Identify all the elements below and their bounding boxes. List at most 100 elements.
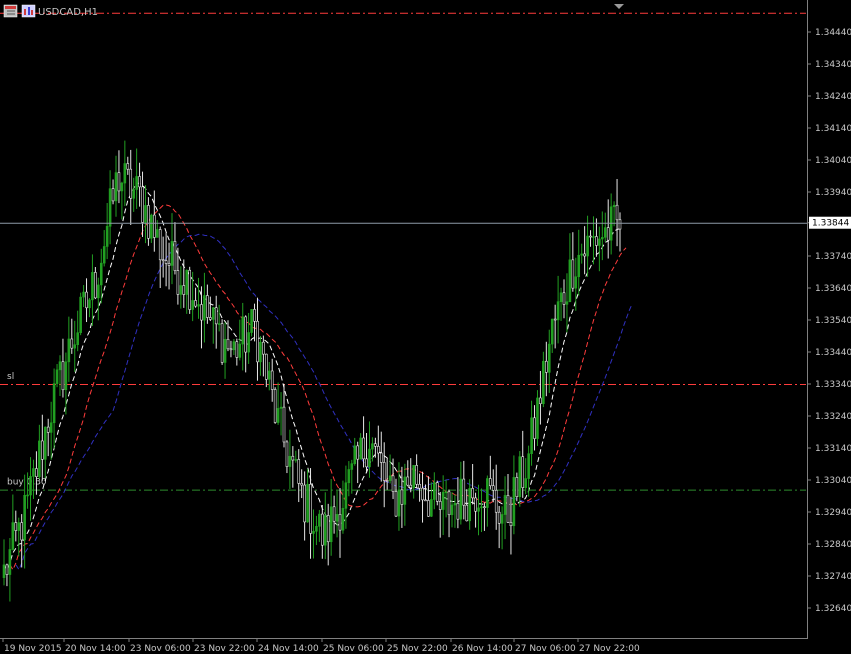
candle-body <box>341 508 345 531</box>
candle-body <box>433 482 436 500</box>
candle-body <box>550 318 554 345</box>
candle-body <box>435 482 439 502</box>
candle-body <box>117 172 121 192</box>
candle-body <box>294 459 298 461</box>
candle-body <box>506 495 510 523</box>
candle-body <box>450 504 454 516</box>
price-tick-label: 1.32740 <box>815 572 851 582</box>
candle-body <box>256 320 259 363</box>
candle-body <box>547 343 551 373</box>
candle-body <box>129 168 133 199</box>
candle-body <box>300 483 303 486</box>
candle-body <box>500 514 504 524</box>
candle-body <box>329 506 333 543</box>
trade-level-label: buy 0.30 <box>7 478 47 488</box>
candle-body <box>270 370 274 390</box>
candle-body <box>545 360 548 373</box>
time-tick-label: 25 Nov 06:00 <box>323 644 384 654</box>
candle-body <box>241 316 245 345</box>
price-tick-label: 1.32840 <box>815 540 851 550</box>
candle-body <box>99 262 103 286</box>
price-chart[interactable]: sl buy 0.30 1.34440 1.34340 1.34240 1.34140 1… <box>0 0 851 654</box>
candle-body <box>371 443 374 450</box>
candle-body <box>123 163 127 184</box>
candle-body <box>400 489 404 505</box>
candle-body <box>191 300 194 310</box>
candle-body <box>362 437 365 460</box>
candle-body <box>17 522 21 531</box>
candle-body <box>589 235 592 238</box>
candle-body <box>70 338 74 349</box>
price-tick-label: 1.34240 <box>815 92 851 102</box>
price-tick-label: 1.34440 <box>815 28 851 38</box>
price-tick-label: 1.33240 <box>815 412 851 422</box>
candle-body <box>424 499 427 502</box>
candle-body <box>141 186 144 223</box>
candle-body <box>480 506 483 509</box>
candle-body <box>350 463 354 470</box>
candle-body <box>601 237 604 240</box>
candle-body <box>279 406 283 409</box>
candle-body <box>447 491 451 516</box>
chart-icon[interactable] <box>21 4 36 18</box>
candle-body <box>465 504 469 522</box>
candle-body <box>273 389 277 423</box>
candle-body <box>253 309 256 322</box>
price-tick-label: 1.32640 <box>815 604 851 614</box>
candle-body <box>194 300 197 307</box>
candle-body <box>427 500 430 517</box>
candle-body <box>618 219 622 230</box>
candle-body <box>574 276 578 289</box>
candle-body <box>223 338 227 363</box>
candle-body <box>306 483 309 523</box>
candle-body <box>120 182 124 192</box>
candle-body <box>456 502 460 520</box>
candle-body <box>153 214 156 238</box>
candle-body <box>430 499 433 517</box>
candle-body <box>265 353 268 380</box>
candle-body <box>238 343 242 358</box>
candle-body <box>486 478 489 508</box>
candle-body <box>571 259 575 289</box>
candle-body <box>226 338 230 350</box>
candle-body <box>2 564 6 578</box>
candle-body <box>82 291 85 298</box>
time-tick-label: 26 Nov 14:00 <box>452 644 513 654</box>
candle-body <box>338 514 342 531</box>
candle-body <box>391 475 395 492</box>
candle-body <box>332 506 336 522</box>
price-tick-label: 1.33640 <box>815 284 851 294</box>
candle-body <box>76 332 79 346</box>
candle-body <box>403 476 407 505</box>
candle-body <box>468 488 471 522</box>
time-tick-label: 23 Nov 22:00 <box>194 644 255 654</box>
candle-body <box>49 422 53 433</box>
candle-body <box>297 459 301 484</box>
candle-body <box>580 253 583 256</box>
candle-body <box>612 204 616 208</box>
candle-body <box>518 456 522 497</box>
candle-body <box>453 502 457 506</box>
candle-body <box>471 488 474 499</box>
time-tick-label: 19 Nov 2015 <box>4 644 62 654</box>
candle-body <box>26 494 29 497</box>
candle-body <box>88 299 91 309</box>
candle-body <box>259 341 262 363</box>
price-tick-label: 1.33040 <box>815 476 851 486</box>
candle-body <box>374 443 377 447</box>
plot-background <box>0 0 851 654</box>
candle-body <box>459 478 463 520</box>
candle-body <box>385 480 389 482</box>
candle-body <box>91 272 94 301</box>
candle-body <box>35 468 38 477</box>
candle-body <box>214 307 218 325</box>
price-tick-label: 1.33540 <box>815 316 851 326</box>
candle-body <box>158 229 162 261</box>
window-icon[interactable] <box>3 4 18 18</box>
candle-body <box>356 445 359 460</box>
candle-body <box>211 307 215 320</box>
price-tick-label: 1.32940 <box>815 508 851 518</box>
candle-body <box>55 369 59 384</box>
candle-body <box>94 272 97 299</box>
candle-body <box>150 214 153 239</box>
